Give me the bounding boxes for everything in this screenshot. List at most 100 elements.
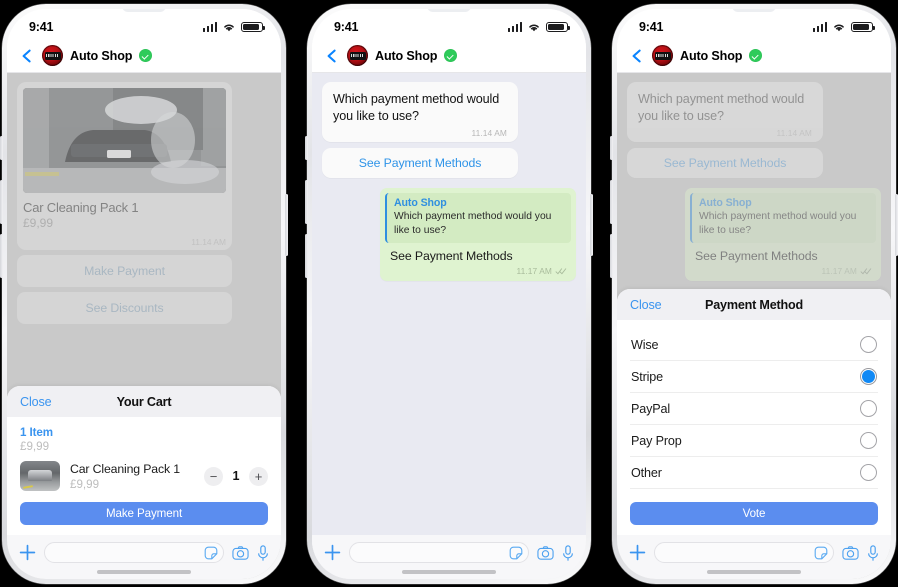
sticker-icon[interactable] (814, 546, 828, 560)
vote-button[interactable]: Vote (630, 502, 878, 525)
payment-option-label: Pay Prop (631, 433, 682, 448)
home-indicator[interactable] (97, 570, 191, 574)
back-chevron-icon[interactable] (629, 48, 645, 64)
wifi-icon (529, 24, 539, 32)
quoted-message[interactable]: Auto Shop Which payment method would you… (385, 193, 571, 244)
microphone-icon[interactable] (867, 544, 879, 561)
cellular-bars-icon (202, 22, 217, 32)
status-clock: 9:41 (29, 20, 54, 34)
camera-icon[interactable] (842, 545, 859, 561)
auto-shop-avatar[interactable] (347, 45, 368, 66)
camera-icon[interactable] (232, 545, 249, 561)
message-text-field[interactable] (654, 542, 834, 563)
car-wash-photo (23, 88, 226, 193)
sticker-icon[interactable] (509, 546, 523, 560)
volume-down-button[interactable] (305, 234, 308, 278)
message-text-field[interactable] (44, 542, 224, 563)
wifi-icon (834, 24, 844, 32)
outgoing-message-bubble[interactable]: Auto Shop Which payment method would you… (380, 188, 576, 282)
incoming-message-time: 11.14 AM (776, 128, 812, 139)
wifi-icon (224, 24, 234, 32)
radio-button-other[interactable] (860, 464, 877, 481)
see-payment-methods-action[interactable]: See Payment Methods (627, 148, 823, 179)
payment-option-label: Other (631, 465, 662, 480)
payment-option-label: Stripe (631, 369, 663, 384)
cart-sheet: Close Your Cart 1 Item £9,99 Car Cleanin… (7, 386, 281, 535)
cart-sheet-body: 1 Item £9,99 Car Cleaning Pack 1 £9,99 −… (7, 417, 281, 535)
chat-title: Auto Shop (375, 48, 438, 63)
quoted-message[interactable]: Auto Shop Which payment method would you… (690, 193, 876, 244)
cart-close-button[interactable]: Close (20, 395, 52, 409)
quick-action-make-payment[interactable]: Make Payment (17, 255, 232, 287)
quick-action-see-discounts[interactable]: See Discounts (17, 292, 232, 324)
incoming-message-bubble[interactable]: Which payment method would you like to u… (627, 82, 823, 143)
outgoing-message-bubble[interactable]: Auto Shop Which payment method would you… (685, 188, 881, 282)
notch (702, 9, 806, 33)
battery-icon (851, 21, 876, 33)
product-card[interactable]: Car Cleaning Pack 1 £9,99 11.14 AM (17, 82, 232, 250)
radio-button-wise[interactable] (860, 336, 877, 353)
mute-switch[interactable] (305, 136, 308, 160)
back-chevron-icon[interactable] (19, 48, 35, 64)
payment-option-other[interactable]: Other (630, 457, 878, 489)
payment-close-button[interactable]: Close (630, 298, 662, 312)
radio-button-paypal[interactable] (860, 400, 877, 417)
radio-button-pay-prop[interactable] (860, 432, 877, 449)
plus-icon[interactable] (19, 544, 36, 561)
plus-icon[interactable] (629, 544, 646, 561)
see-payment-methods-label: See Payment Methods (663, 156, 787, 171)
message-text-field[interactable] (349, 542, 529, 563)
plus-icon[interactable] (324, 544, 341, 561)
volume-down-button[interactable] (0, 234, 3, 278)
payment-option-wise[interactable]: Wise (630, 329, 878, 361)
incoming-message-time: 11.14 AM (471, 128, 507, 139)
payment-sheet-body: Wise Stripe PayPal Pay Prop Other Vote (617, 320, 891, 535)
volume-up-button[interactable] (305, 180, 308, 224)
volume-down-button[interactable] (610, 234, 613, 278)
chat-title: Auto Shop (70, 48, 133, 63)
microphone-icon[interactable] (257, 544, 269, 561)
decrease-quantity-button[interactable]: − (204, 466, 223, 486)
vote-button-label: Vote (742, 507, 766, 520)
cart-sheet-header: Close Your Cart (7, 386, 281, 417)
auto-shop-avatar[interactable] (42, 45, 63, 66)
screenshot-stage: 9:41 Auto Shop Car Cleaning Pack 1 £9,99… (0, 0, 898, 587)
incoming-message-bubble[interactable]: Which payment method would you like to u… (322, 82, 518, 143)
payment-sheet-header: Close Payment Method (617, 289, 891, 320)
chat-body: Car Cleaning Pack 1 £9,99 11.14 AM Make … (7, 73, 281, 579)
battery-icon (546, 21, 571, 33)
power-button[interactable] (285, 194, 288, 256)
make-payment-button[interactable]: Make Payment (20, 502, 268, 525)
quantity-stepper: − 1 + (204, 466, 268, 486)
chat-scroll-area[interactable]: Which payment method would you like to u… (312, 73, 586, 535)
incoming-message-text: Which payment method would you like to u… (638, 92, 805, 123)
see-payment-methods-action[interactable]: See Payment Methods (322, 148, 518, 179)
chat-nav-bar: Auto Shop (312, 39, 586, 73)
home-indicator[interactable] (402, 570, 496, 574)
cart-item-row[interactable]: Car Cleaning Pack 1 £9,99 − 1 + (20, 461, 268, 491)
volume-up-button[interactable] (610, 180, 613, 224)
payment-option-paypal[interactable]: PayPal (630, 393, 878, 425)
camera-icon[interactable] (537, 545, 554, 561)
back-chevron-icon[interactable] (324, 48, 340, 64)
power-button[interactable] (590, 194, 593, 256)
volume-up-button[interactable] (0, 180, 3, 224)
cart-item-name: Car Cleaning Pack 1 (70, 461, 180, 476)
auto-shop-avatar[interactable] (652, 45, 673, 66)
double-check-icon (555, 268, 567, 275)
mute-switch[interactable] (0, 136, 3, 160)
payment-option-stripe[interactable]: Stripe (630, 361, 878, 393)
cart-item-price: £9,99 (70, 477, 100, 491)
radio-button-stripe[interactable] (860, 368, 877, 385)
chat-nav-bar: Auto Shop (7, 39, 281, 73)
mute-switch[interactable] (610, 136, 613, 160)
home-indicator[interactable] (707, 570, 801, 574)
sticker-icon[interactable] (204, 546, 218, 560)
payment-option-pay-prop[interactable]: Pay Prop (630, 425, 878, 457)
microphone-icon[interactable] (562, 544, 574, 561)
notch (397, 9, 501, 33)
car-wash-thumbnail (20, 461, 60, 491)
increase-quantity-button[interactable]: + (249, 466, 268, 486)
product-price: £9,99 (23, 216, 54, 230)
quick-action-label: Make Payment (84, 264, 165, 278)
